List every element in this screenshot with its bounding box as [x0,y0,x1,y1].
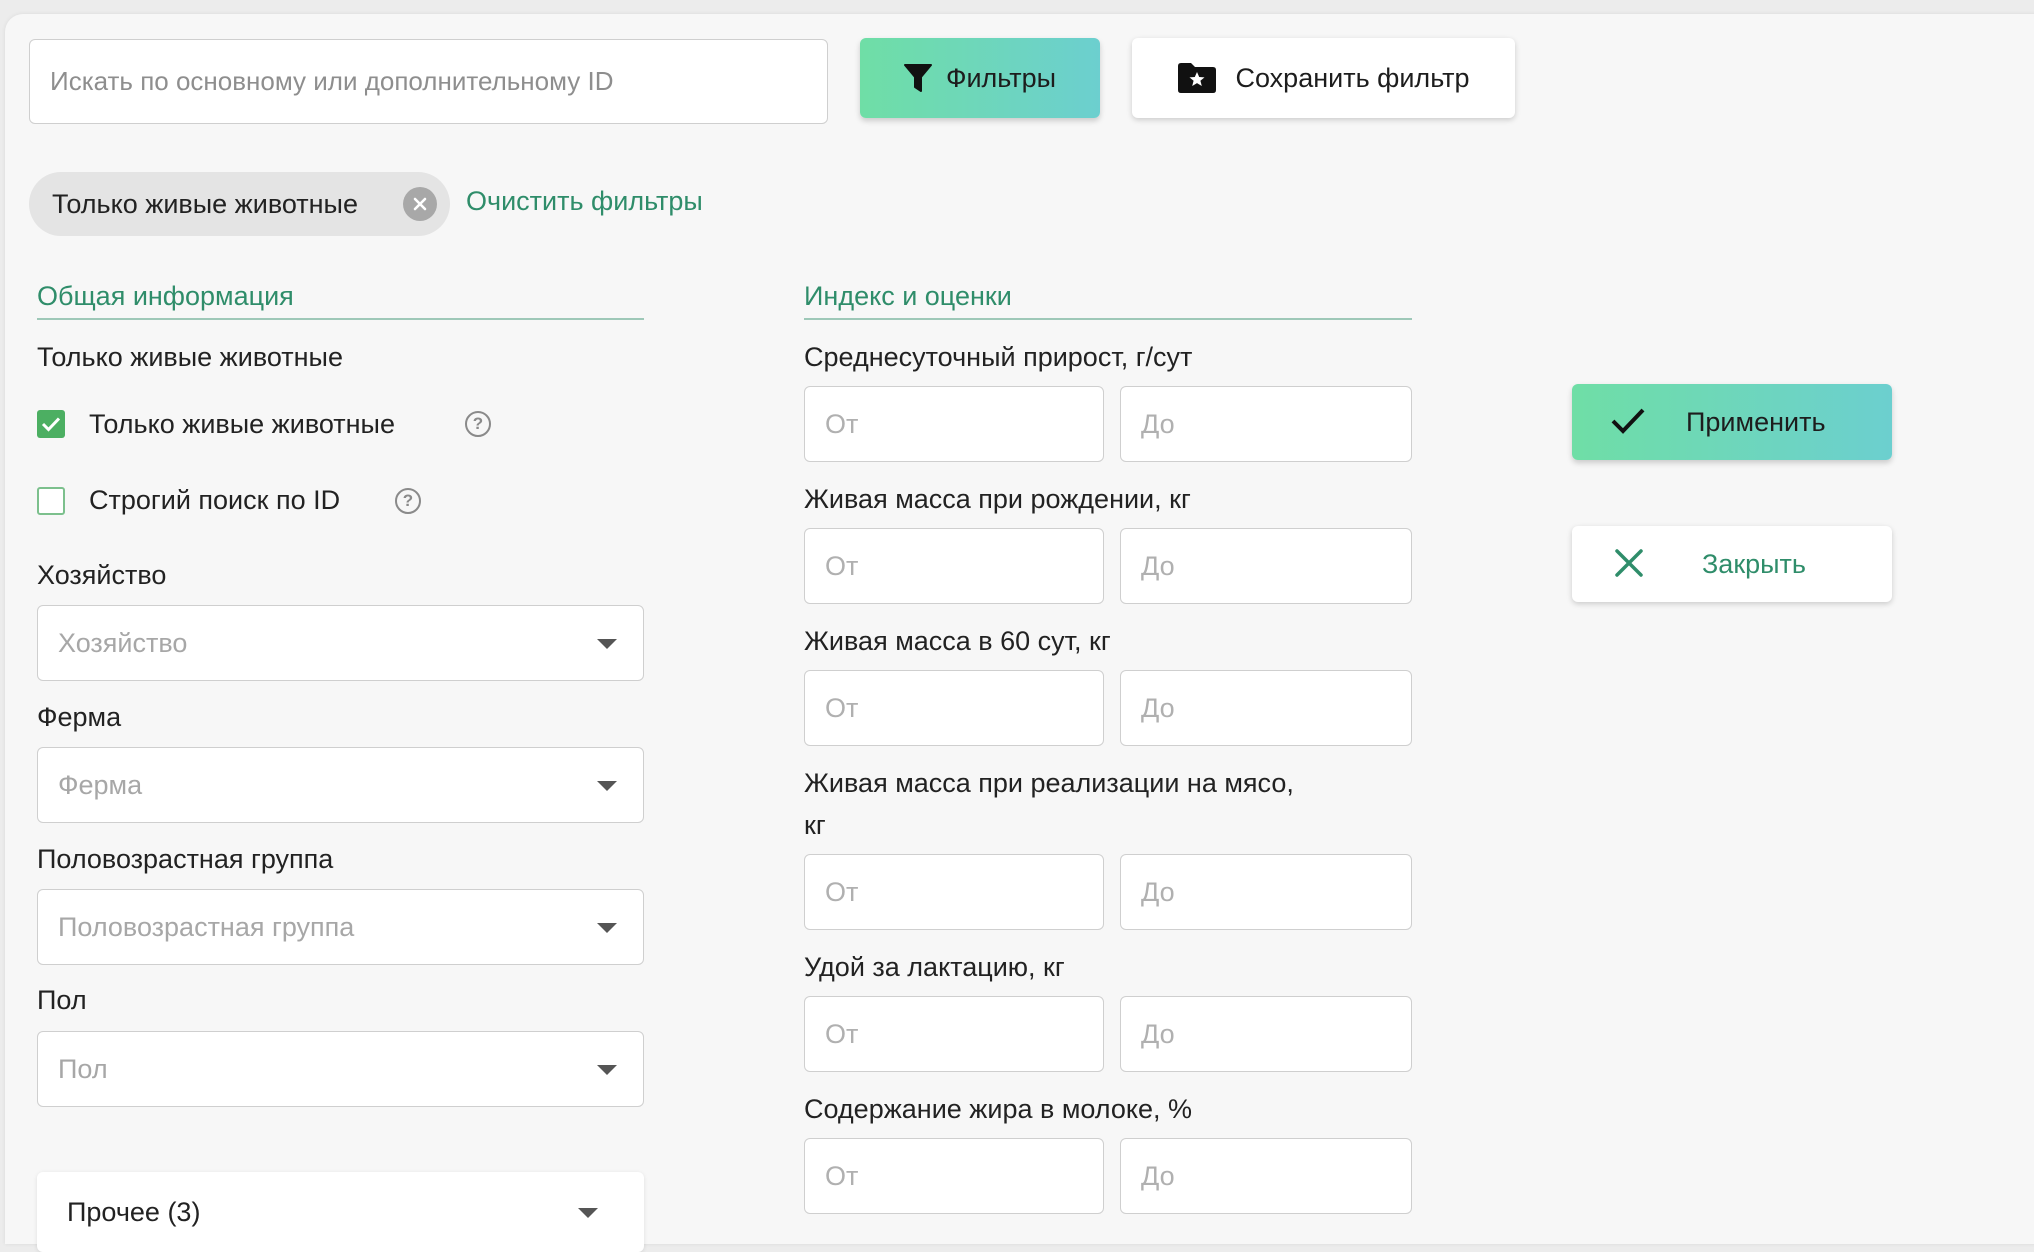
live-only-checkbox[interactable] [37,410,65,438]
weight-60d-to-input[interactable] [1120,670,1412,746]
active-filter-chip: Только живые животные [29,172,450,236]
close-icon [1615,549,1643,577]
daily-gain-from-input[interactable] [804,386,1104,462]
check-icon [41,417,61,432]
index-section-divider [804,318,1412,320]
select-label-farm: Ферма [37,702,122,732]
milk-fat-to-input[interactable] [1120,1138,1412,1214]
range-label-meat-weight-line2: кг [804,810,826,840]
strict-id-checkbox[interactable] [37,487,65,515]
close-icon [413,197,427,211]
folder-star-icon [1178,63,1217,93]
check-icon [1611,408,1645,434]
chevron-down-icon [578,1208,598,1218]
chevron-down-icon [597,639,617,649]
save-filter-button[interactable]: Сохранить фильтр [1132,38,1515,118]
select-label-age-group: Половозрастная группа [37,844,334,874]
help-icon[interactable]: ? [395,488,421,514]
select-placeholder: Пол [58,1053,108,1084]
range-label-birth-weight: Живая масса при рождении, кг [804,484,1191,514]
general-section-title: Общая информация [37,281,294,311]
close-button[interactable]: Закрыть [1572,526,1892,602]
range-label-daily-gain: Среднесуточный прирост, г/сут [804,342,1193,372]
apply-button[interactable]: Применить [1572,384,1892,460]
milk-fat-from-input[interactable] [804,1138,1104,1214]
range-label-meat-weight-line1: Живая масса при реализации на мясо, [804,768,1294,798]
range-label-milk-fat: Содержание жира в молоке, % [804,1094,1193,1124]
birth-weight-from-input[interactable] [804,528,1104,604]
apply-button-label: Применить [1686,407,1826,437]
chevron-down-icon [597,923,617,933]
range-label-milk-yield: Удой за лактацию, кг [804,952,1065,982]
range-label-weight-60d: Живая масса в 60 сут, кг [804,626,1111,656]
birth-weight-to-input[interactable] [1120,528,1412,604]
sex-select[interactable]: Пол [37,1031,644,1107]
chevron-down-icon [597,1065,617,1075]
farm-owner-select[interactable]: Хозяйство [37,605,644,681]
age-group-select[interactable]: Половозрастная группа [37,889,644,965]
select-placeholder: Половозрастная группа [58,911,355,942]
chip-label: Только живые животные [52,188,358,219]
funnel-icon [903,64,932,92]
general-section-divider [37,318,644,320]
select-label-sex: Пол [37,985,87,1015]
other-label: Прочее (3) [67,1196,201,1227]
filters-button[interactable]: Фильтры [860,38,1100,118]
checkbox-checked[interactable] [37,410,65,438]
chevron-down-icon [597,781,617,791]
index-section-title: Индекс и оценки [804,281,1012,311]
milk-yield-to-input[interactable] [1120,996,1412,1072]
meat-weight-from-input[interactable] [804,854,1104,930]
live-only-heading: Только живые животные [37,342,343,372]
strict-id-checkbox-label: Строгий поиск по ID [89,485,341,515]
search-input[interactable] [29,39,828,124]
meat-weight-to-input[interactable] [1120,854,1412,930]
farm-select[interactable]: Ферма [37,747,644,823]
weight-60d-from-input[interactable] [804,670,1104,746]
select-label-farm-owner: Хозяйство [37,560,167,590]
daily-gain-to-input[interactable] [1120,386,1412,462]
help-icon[interactable]: ? [465,411,491,437]
milk-yield-from-input[interactable] [804,996,1104,1072]
filters-button-label: Фильтры [945,62,1057,93]
checkbox-unchecked[interactable] [37,487,65,515]
clear-filters-link[interactable]: Очистить фильтры [466,186,703,217]
close-button-label: Закрыть [1702,549,1806,579]
chip-remove-button[interactable] [403,187,437,221]
other-expander[interactable]: Прочее (3) [37,1172,644,1252]
save-filter-button-label: Сохранить фильтр [1235,62,1470,93]
live-only-checkbox-label: Только живые животные [89,409,395,439]
select-placeholder: Хозяйство [58,627,188,658]
select-placeholder: Ферма [58,769,143,800]
